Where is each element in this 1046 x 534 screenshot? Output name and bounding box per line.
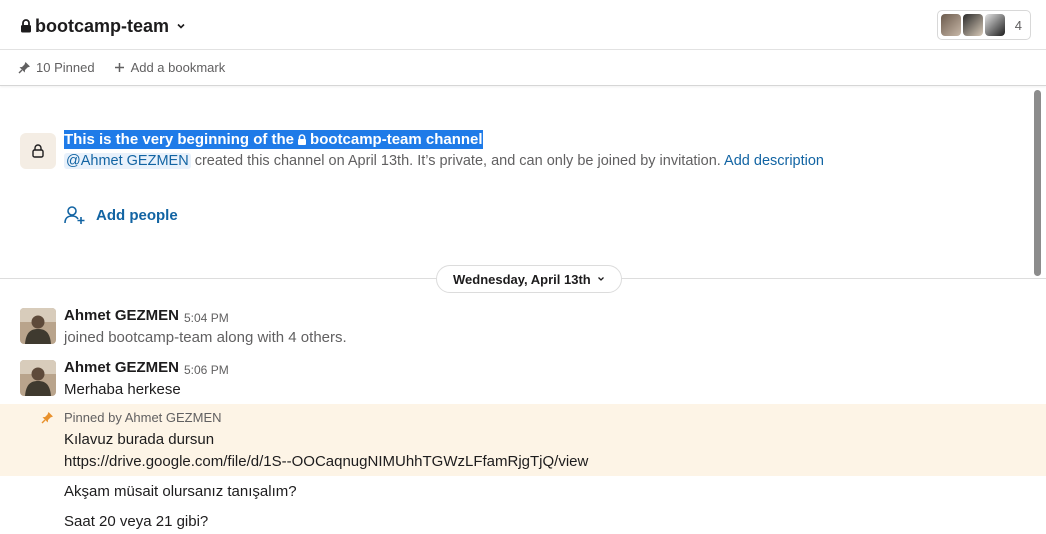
add-bookmark-button[interactable]: Add a bookmark xyxy=(113,60,226,75)
channel-header: bootcamp-team 4 xyxy=(0,0,1046,50)
scrollbar-thumb[interactable] xyxy=(1034,90,1041,276)
member-avatar xyxy=(984,14,1005,36)
message-sender[interactable]: Ahmet GEZMEN xyxy=(64,359,179,376)
intro-desc-text: created this channel on April 13th. It’s… xyxy=(190,153,725,169)
plus-icon xyxy=(114,63,124,72)
avatar[interactable] xyxy=(20,360,56,396)
message-text: Kılavuz burada dursun xyxy=(64,431,215,448)
channel-intro-title: This is the very beginning of the bootcam… xyxy=(64,130,483,149)
intro-title-channel: bootcamp-team channel xyxy=(310,130,483,149)
add-people-label: Add people xyxy=(96,206,178,224)
member-avatar xyxy=(962,14,983,36)
add-person-icon xyxy=(64,206,85,224)
message-text: joined bootcamp-team along with 4 others… xyxy=(64,329,347,346)
member-count: 4 xyxy=(1014,17,1022,33)
channel-name-button[interactable]: bootcamp-team xyxy=(20,14,186,38)
message-text: Akşam müsait olursanız tanışalım? xyxy=(64,483,297,500)
channel-lock-icon xyxy=(20,133,56,169)
channel-name: bootcamp-team xyxy=(35,15,170,36)
message-timestamp[interactable]: 5:04 PM xyxy=(184,311,229,325)
add-people-button[interactable]: Add people xyxy=(64,205,178,225)
avatar[interactable] xyxy=(20,308,56,344)
members-button[interactable]: 4 xyxy=(936,10,1031,40)
channel-intro-description: @Ahmet GEZMEN created this channel on Ap… xyxy=(64,153,824,169)
message-text: Merhaba herkese xyxy=(64,381,181,398)
date-divider-button[interactable]: Wednesday, April 13th xyxy=(436,265,622,293)
add-bookmark-label: Add a bookmark xyxy=(130,60,226,75)
message-link[interactable]: https://drive.google.com/file/d/1S--OOCa… xyxy=(64,453,588,470)
intro-title-prefix: This is the very beginning of the xyxy=(64,130,295,149)
message-text: Saat 20 veya 21 gibi? xyxy=(64,513,209,530)
pin-icon xyxy=(41,412,53,424)
member-avatar xyxy=(940,14,961,36)
message-sender[interactable]: Ahmet GEZMEN xyxy=(64,307,179,324)
chevron-down-icon xyxy=(597,277,604,281)
pinned-by-label: Pinned by Ahmet GEZMEN xyxy=(64,410,222,425)
add-description-link[interactable]: Add description xyxy=(724,153,824,169)
pinned-items-button[interactable]: 10 Pinned xyxy=(18,60,95,75)
lock-icon xyxy=(298,134,307,145)
chevron-down-icon xyxy=(177,23,185,29)
lock-icon xyxy=(21,19,31,33)
date-label: Wednesday, April 13th xyxy=(453,271,591,287)
message-timestamp[interactable]: 5:06 PM xyxy=(184,363,229,377)
bookmarks-bar: 10 Pinned Add a bookmark xyxy=(0,50,1046,86)
pinned-count-label: 10 Pinned xyxy=(36,60,95,75)
pin-icon xyxy=(18,62,30,74)
user-mention[interactable]: @Ahmet GEZMEN xyxy=(64,153,191,169)
